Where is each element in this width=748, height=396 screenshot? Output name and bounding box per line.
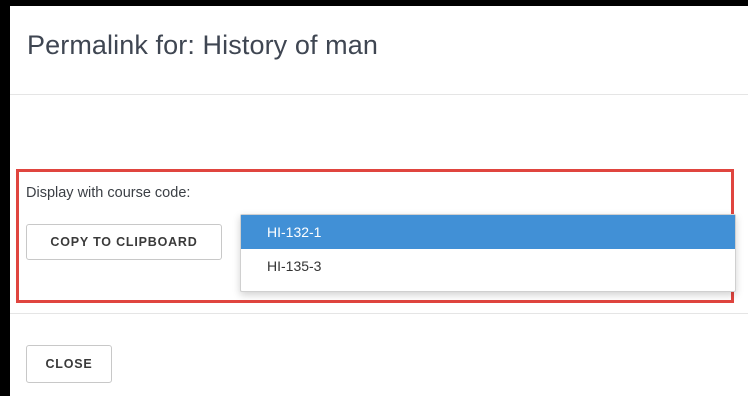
copy-to-clipboard-button[interactable]: COPY TO CLIPBOARD: [26, 224, 222, 260]
close-button[interactable]: CLOSE: [26, 345, 112, 383]
header-divider: [10, 94, 748, 95]
course-code-select[interactable]: [240, 176, 728, 212]
course-code-option[interactable]: HI-135-3: [241, 249, 735, 283]
window-frame-left: [0, 0, 10, 396]
permalink-dialog: Permalink for: History of man Display wi…: [10, 6, 748, 396]
course-code-dropdown: HI-132-1 HI-135-3: [240, 214, 736, 292]
course-code-option[interactable]: HI-132-1: [241, 215, 735, 249]
dialog-title: Permalink for: History of man: [27, 30, 378, 60]
course-code-label: Display with course code:: [26, 185, 191, 201]
footer-divider: [10, 313, 748, 314]
